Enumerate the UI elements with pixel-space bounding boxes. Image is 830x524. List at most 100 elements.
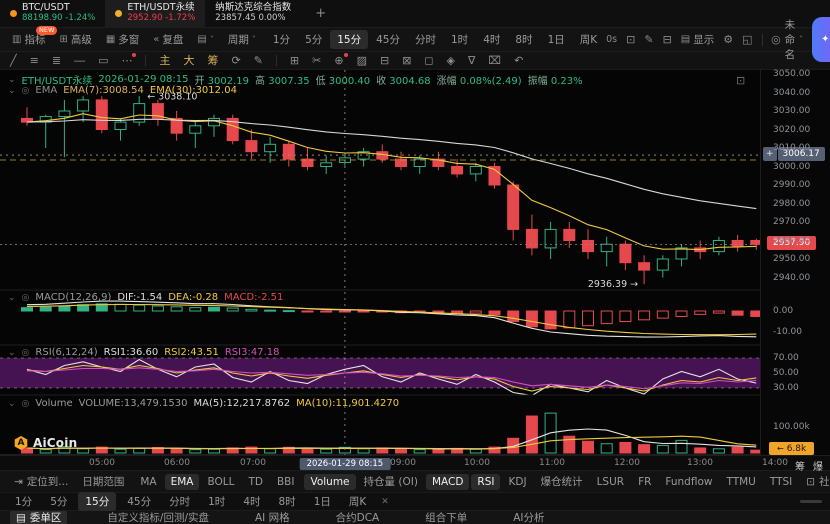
pane-collapse-icon[interactable]: ⌄ [8,293,16,303]
display-settings-button[interactable]: ▤ 显示 [681,32,714,47]
trendline-tool[interactable]: ≡ [30,55,39,66]
close-icon[interactable]: ✕ [377,497,393,507]
indicator-[interactable]: 爆仓统计 [535,472,589,491]
timeframe-4时[interactable]: 4时 [476,30,507,49]
indicator-fundflow[interactable]: Fundflow [659,474,718,490]
overlay-boll[interactable]: BOLL [201,474,240,490]
timeframe-5分[interactable]: 5分 [298,30,329,49]
edit-icon[interactable]: ✎ [644,33,653,46]
overlay-bbi[interactable]: BBI [271,474,301,490]
undo-tool[interactable]: ↶ [514,55,523,66]
chip-distribution-toggle[interactable]: 筹 [207,55,218,66]
bottom-tab[interactable]: ▤ 委单区 [10,511,68,524]
replay-button[interactable]: «复盘 [147,30,189,49]
timeframe-分时[interactable]: 分时 [408,30,443,49]
main-chart-toggle[interactable]: 主 [159,55,170,66]
timeframe2-1时[interactable]: 1时 [201,492,232,511]
date-range-button[interactable]: 日期范围 [76,472,130,491]
camera-icon[interactable]: ⊡ [626,33,635,46]
indicator-kdj[interactable]: KDJ [502,474,532,490]
locate-button[interactable]: ⇥ 定位到... [8,472,74,491]
delete-tool[interactable]: ⌧ [488,55,501,66]
pane-collapse-icon[interactable]: ⌄ [8,86,16,96]
axis-button-筹[interactable]: 筹 [795,458,805,473]
channel-tool[interactable]: ≣ [52,55,61,66]
line-tool[interactable]: ╱ [10,55,17,66]
timeframe2-8时[interactable]: 8时 [272,492,303,511]
copy-tool[interactable]: ⊞ [290,55,299,66]
watchlist-tab[interactable]: ETH/USDT永续 2952.90 -1.72% [105,0,206,27]
pane-collapse-icon[interactable]: ⌄ [8,75,16,85]
compare-icon[interactable]: ⊟ [663,33,672,46]
indicator-oi[interactable]: 持仓量 (OI) [358,472,424,491]
tag-tool[interactable]: ◈ [447,55,455,66]
indicator-rsi[interactable]: RSI [471,473,501,490]
multi-window-button[interactable]: ▦ 多窗 [100,30,145,49]
timeframe2-5分[interactable]: 5分 [43,492,74,511]
indicator-settings-icon[interactable]: ◎ [22,293,30,303]
watchlist-tab[interactable]: BTC/USDT 88198.90 -1.24% [0,0,105,27]
watchlist-tab[interactable]: 纳斯达克综合指数 23857.45 0.00% [205,0,301,27]
timeframe2-45分[interactable]: 45分 [120,492,158,511]
gear-icon[interactable]: ⚙ [723,33,733,46]
bottom-tab[interactable]: 组合下单 [419,511,473,524]
price-axis[interactable]: + 3006.17 2957.90 ← 6.8k 3050.00 3040.00 3… [760,69,830,455]
timeframe-周K[interactable]: 周K [573,30,604,49]
timeframe-8时[interactable]: 8时 [508,30,539,49]
advanced-button[interactable]: ⊞ 高级 [53,30,97,49]
timeframe2-4时[interactable]: 4时 [236,492,267,511]
period-select[interactable]: 周期 ˅ [222,30,262,49]
timeframe-1分[interactable]: 1分 [266,30,297,49]
bottom-tab[interactable]: AI分析 [507,511,550,524]
rectangle-tool[interactable]: ▭ [98,55,108,66]
indicator-lsur[interactable]: LSUR [591,474,631,490]
axis-button-爆[interactable]: 爆 [813,458,823,473]
zoom-tool[interactable]: ⊕ [334,53,348,66]
fullscreen-icon[interactable]: ◱ [742,33,752,46]
timeframe-45分[interactable]: 45分 [369,30,407,49]
community-indicators-button[interactable]: ⊡社区指标 [800,472,830,491]
timeframe-1时[interactable]: 1时 [444,30,475,49]
timeframe2-15分[interactable]: 15分 [78,492,117,511]
large-view-toggle[interactable]: 大 [183,55,194,66]
horizontal-line-tool[interactable]: ― [74,55,85,66]
chart-camera-icon[interactable]: ⊡ [736,74,745,87]
filter-tool[interactable]: ∇ [468,55,475,66]
chart-area[interactable]: ← 3038.10 2936.39 → ⌄ ETH/USDT永续 2026-01-… [0,69,830,455]
indicator-button[interactable]: ▥ 指标 NEW [6,26,58,49]
lock-tool[interactable]: ⊠ [402,55,411,66]
indicator-ttmu[interactable]: TTMU [720,474,761,490]
snapshot-tool[interactable]: ◻ [424,55,433,66]
more-tools[interactable]: ⋯ [121,53,137,66]
indicator-settings-icon[interactable]: ◎ [22,86,30,96]
bottom-tab[interactable]: 合约DCA [330,511,386,524]
timeframe-1日[interactable]: 1日 [541,30,572,49]
timeframe2-1分[interactable]: 1分 [8,492,39,511]
indicator-settings-icon[interactable]: ◎ [22,348,30,358]
ai-analysis-button[interactable]: ✦ AI解读 [812,17,830,62]
indicator-volume[interactable]: Volume [304,473,356,490]
timeframe2-1日[interactable]: 1日 [307,492,338,511]
pane-collapse-icon[interactable]: ⌄ [8,399,16,409]
layout-refresh[interactable]: ⟳ [231,55,240,66]
timeframe2-周K[interactable]: 周K [342,492,373,511]
overlay-ema[interactable]: EMA [164,473,200,490]
add-symbol-button[interactable]: + [301,0,340,27]
bottom-tab[interactable]: 自定义指标/回测/实盘 [101,511,215,524]
indicator-macd[interactable]: MACD [425,473,470,490]
brush-tool[interactable]: ▨ [357,55,367,66]
measure-tool[interactable]: ⊟ [380,55,389,66]
pane-collapse-icon[interactable]: ⌄ [8,348,16,358]
bottom-tab[interactable]: AI 网格 [249,511,296,524]
indicator-settings-icon[interactable]: ◎ [22,399,30,409]
layout-menu[interactable]: ◎ 未命名 ˅ [771,17,803,62]
time-axis[interactable]: 2026-01-29 08:15 筹爆 05:00 06:00 07:00 09:00… [0,455,830,473]
quick-draw[interactable]: ✎ [254,55,263,66]
scrollbar-thumb[interactable] [800,500,822,503]
timeframe2-分时[interactable]: 分时 [162,492,197,511]
indicator-ttsi[interactable]: TTSI [764,474,798,490]
eraser-tool[interactable]: ✂ [312,55,321,66]
overlay-ma[interactable]: MA [134,474,162,490]
overlay-td[interactable]: TD [242,474,269,490]
timeframe-15分[interactable]: 15分 [330,30,369,49]
